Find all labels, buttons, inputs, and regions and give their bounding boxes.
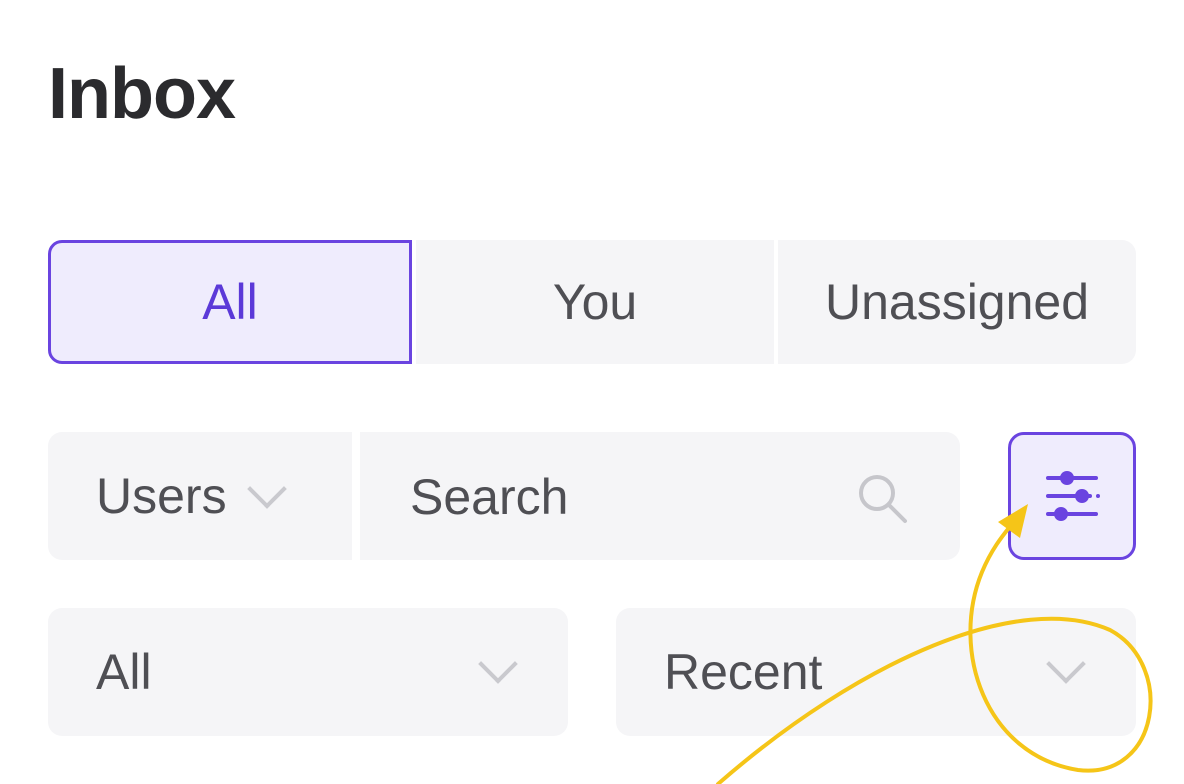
chevron-down-icon [246, 469, 287, 509]
tab-all[interactable]: All [48, 240, 412, 364]
tab-unassigned[interactable]: Unassigned [778, 240, 1136, 364]
search-box [360, 432, 960, 560]
inbox-tabs: All You Unassigned [48, 240, 1136, 364]
chevron-down-icon [1046, 644, 1086, 684]
search-input[interactable] [408, 456, 842, 538]
chevron-down-icon [478, 644, 518, 684]
filter-row: Users [48, 432, 1136, 560]
users-select[interactable]: Users [48, 432, 352, 560]
sliders-icon [1046, 471, 1100, 521]
search-icon[interactable] [854, 470, 910, 526]
status-dropdown[interactable]: All [48, 608, 568, 736]
page-title: Inbox [48, 54, 236, 134]
sort-dropdown-label: Recent [664, 644, 823, 700]
dropdown-row: All Recent [48, 608, 1136, 736]
tab-you[interactable]: You [416, 240, 774, 364]
filter-button[interactable] [1008, 432, 1136, 560]
status-dropdown-label: All [96, 644, 152, 700]
users-select-label: Users [96, 468, 227, 524]
inbox-page: Inbox All You Unassigned Users Search Al… [0, 0, 1184, 784]
sort-dropdown[interactable]: Recent [616, 608, 1136, 736]
